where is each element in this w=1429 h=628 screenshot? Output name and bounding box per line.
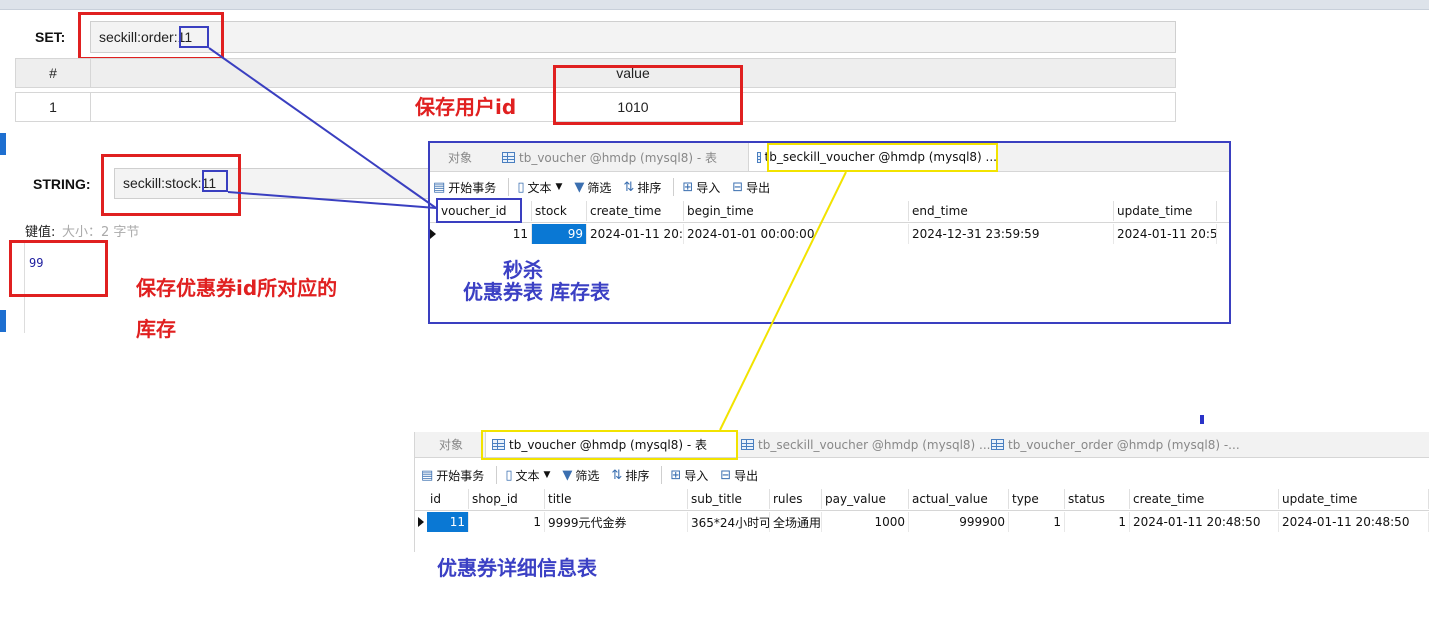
- set-key-to-voucher-id-line: [208, 47, 437, 209]
- connector-lines: [208, 47, 847, 431]
- seckill-tab-to-voucher-tab-line: [719, 171, 847, 431]
- string-key-to-voucher-id-line: [227, 191, 437, 209]
